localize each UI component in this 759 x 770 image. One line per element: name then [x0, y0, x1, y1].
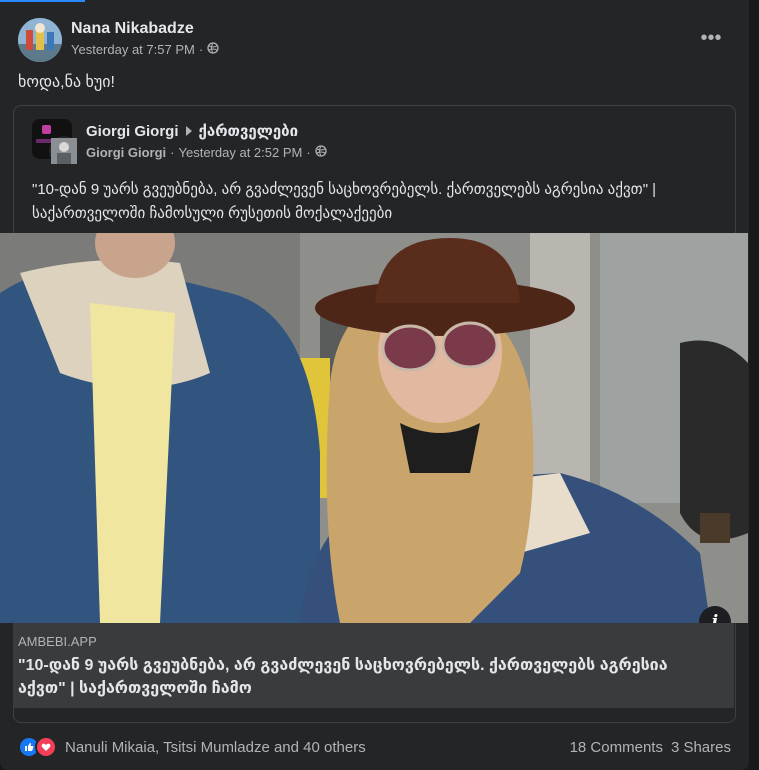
focus-indicator	[0, 0, 85, 2]
link-domain: AMBEBI.APP	[18, 634, 97, 649]
link-preview-image[interactable]	[0, 233, 748, 623]
comments-count[interactable]: 18 Comments	[570, 739, 663, 756]
meta-dot: ·	[198, 42, 204, 57]
meta-dot: ·	[306, 145, 311, 160]
globe-icon[interactable]	[207, 42, 219, 57]
shared-sub-author[interactable]: Giorgi Giorgi	[86, 145, 166, 160]
group-name[interactable]: ქართველები	[199, 122, 299, 140]
sharer-avatar[interactable]	[49, 136, 79, 166]
post-footer: Nanuli Mikaia, Tsitsi Mumladze and 40 ot…	[18, 735, 731, 759]
post-timestamp[interactable]: Yesterday at 7:57 PM	[71, 42, 195, 57]
author-name[interactable]: Nana Nikabadze	[71, 20, 194, 38]
shared-text: "10-დან 9 უარს გვეუბნება, არ გვაძლევენ ს…	[32, 181, 657, 222]
feed-post: Nana Nikabadze Yesterday at 7:57 PM · ••…	[0, 0, 749, 770]
link-title[interactable]: "10-დან 9 უარს გვეუბნება, არ გვაძლევენ ს…	[18, 654, 718, 700]
shared-meta: Giorgi Giorgi · Yesterday at 2:52 PM ·	[86, 145, 327, 160]
author-avatar[interactable]	[18, 18, 62, 62]
reactions-text[interactable]: Nanuli Mikaia, Tsitsi Mumladze and 40 ot…	[65, 739, 366, 756]
caret-right-icon	[185, 123, 193, 140]
reaction-icons	[18, 736, 57, 758]
post-meta: Yesterday at 7:57 PM ·	[71, 42, 219, 57]
meta-dot: ·	[170, 145, 175, 160]
post-text: ხოდა,ნა ხუი!	[18, 74, 115, 91]
globe-icon[interactable]	[315, 145, 327, 160]
reactions-summary[interactable]: Nanuli Mikaia, Tsitsi Mumladze and 40 ot…	[18, 736, 366, 758]
shared-author-name[interactable]: Giorgi Giorgi	[86, 123, 179, 140]
engagement-counts: 18 Comments 3 Shares	[570, 739, 731, 756]
more-options-icon[interactable]: •••	[696, 26, 726, 50]
shares-count[interactable]: 3 Shares	[671, 739, 731, 756]
shared-author-line: Giorgi Giorgi ქართველები	[86, 122, 299, 141]
shared-timestamp[interactable]: Yesterday at 2:52 PM	[179, 145, 303, 160]
love-reaction-icon	[35, 736, 57, 758]
